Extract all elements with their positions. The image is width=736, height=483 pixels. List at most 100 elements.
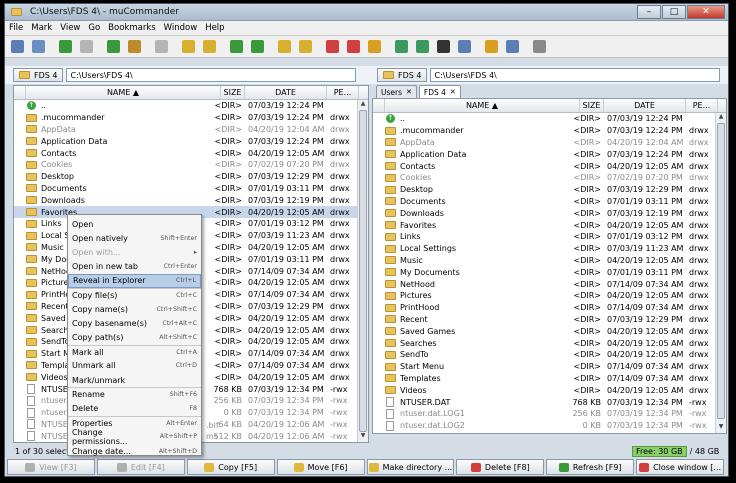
table-row[interactable]: Recent <DIR> 07/03/19 12:29 PM drwx: [373, 314, 726, 326]
preferences-icon[interactable]: [32, 40, 45, 53]
context-menu-item-change-date[interactable]: Change date... Alt+Shift+D: [68, 444, 201, 458]
menu-mark[interactable]: Mark: [31, 23, 52, 33]
table-row[interactable]: Documents <DIR> 07/01/19 03:11 PM drwx: [14, 183, 368, 195]
context-menu-item-rename[interactable]: Rename Shift+F6: [68, 387, 201, 401]
edit-bookmarks-icon[interactable]: [347, 40, 360, 53]
close-icon[interactable]: ✕: [450, 88, 456, 96]
context-menu-item-open-natively[interactable]: Open natively Shift+Enter: [68, 231, 201, 245]
table-row[interactable]: Cookies <DIR> 07/02/19 07:20 PM drwx: [14, 159, 368, 171]
left-scrollbar[interactable]: ▲ ▼: [357, 100, 368, 442]
column-permissions[interactable]: PE...: [686, 99, 718, 112]
right-file-panel[interactable]: NAME ▲ SIZE DATE PE... ↑.. <DIR> 07/03/19 …: [372, 98, 727, 434]
column-name[interactable]: NAME ▲: [26, 86, 221, 99]
table-row[interactable]: PrintHood <DIR> 07/14/09 07:34 AM drwx: [373, 302, 726, 314]
table-row[interactable]: Downloads <DIR> 07/03/19 12:19 PM drwx: [14, 194, 368, 206]
mark-icon[interactable]: [182, 40, 195, 53]
delete-button[interactable]: Delete [F8]: [456, 459, 545, 475]
close-icon[interactable]: ✕: [406, 88, 412, 96]
tab-fds-4[interactable]: FDS 4 ✕: [418, 85, 461, 98]
context-menu-item-mark-all[interactable]: Mark all Ctrl+A: [68, 344, 201, 359]
table-row[interactable]: Templates <DIR> 07/14/09 07:34 AM drwx: [373, 373, 726, 385]
right-scrollbar[interactable]: ▲ ▼: [715, 113, 726, 433]
column-name[interactable]: NAME ▲: [385, 99, 580, 112]
pack-icon[interactable]: [278, 40, 291, 53]
table-row[interactable]: Contacts <DIR> 04/20/19 12:05 AM drwx: [14, 147, 368, 159]
forward-icon[interactable]: [80, 40, 93, 53]
right-drive-button[interactable]: FDS 4: [377, 68, 428, 82]
table-row[interactable]: Contacts <DIR> 04/20/19 12:05 AM drwx: [373, 160, 726, 172]
column-permissions[interactable]: PE...: [327, 86, 359, 99]
context-menu-item-mark-unmark[interactable]: Mark/unmark: [68, 373, 201, 387]
table-row[interactable]: NetHood <DIR> 07/14/09 07:34 AM drwx: [373, 278, 726, 290]
new-window-icon[interactable]: [11, 40, 24, 53]
table-row[interactable]: .mucommander <DIR> 07/03/19 12:24 PM drwx: [14, 112, 368, 124]
scroll-thumb[interactable]: [359, 110, 367, 432]
menu-view[interactable]: View: [60, 23, 80, 33]
scroll-up-arrow[interactable]: ▲: [358, 100, 368, 110]
table-row[interactable]: ntuser.dat.LOG1 256 KB 07/03/19 12:34 PM -r…: [373, 408, 726, 420]
table-row[interactable]: AppData <DIR> 04/20/19 12:04 AM drwx: [373, 137, 726, 149]
connect-server-icon[interactable]: [395, 40, 408, 53]
table-row[interactable]: NTUSER.DAT 768 KB 07/03/19 12:34 PM -rwx: [373, 396, 726, 408]
move-button[interactable]: Move [F6]: [276, 459, 365, 475]
table-row[interactable]: Local Settings <DIR> 07/03/19 11:23 AM drwx: [373, 243, 726, 255]
table-row[interactable]: Application Data <DIR> 07/03/19 12:24 PM dr…: [373, 148, 726, 160]
table-row[interactable]: SendTo <DIR> 04/20/19 12:05 AM drwx: [373, 349, 726, 361]
key-icon[interactable]: [368, 40, 381, 53]
table-row[interactable]: Music <DIR> 04/20/19 12:05 AM drwx: [373, 255, 726, 267]
left-drive-button[interactable]: FDS 4: [13, 68, 64, 82]
edit-button[interactable]: Edit [F4]: [96, 459, 185, 475]
swap-folders-icon[interactable]: [230, 40, 243, 53]
bookmark-add-icon[interactable]: [326, 40, 339, 53]
maximize-button[interactable]: □: [662, 5, 686, 19]
table-row[interactable]: ntuser.dat.LOG2 0 KB 07/03/19 12:34 PM -rwx: [373, 420, 726, 432]
back-icon[interactable]: [59, 40, 72, 53]
column-date[interactable]: DATE: [245, 86, 327, 99]
context-menu-item-reveal-in-explorer[interactable]: Reveal in Explorer Ctrl+L: [68, 273, 201, 288]
column-size[interactable]: SIZE: [580, 99, 604, 112]
wand-icon[interactable]: [485, 40, 498, 53]
table-row[interactable]: AppData <DIR> 04/20/19 12:04 AM drwx: [14, 124, 368, 136]
run-command-icon[interactable]: [416, 40, 429, 53]
left-path-field[interactable]: C:\Users\FDS 4\: [66, 68, 357, 82]
table-row[interactable]: Videos <DIR> 04/20/19 12:05 AM drwx: [373, 384, 726, 396]
table-row[interactable]: My Documents <DIR> 07/01/19 03:11 PM drwx: [373, 266, 726, 278]
context-menu-item-copy-file-s[interactable]: Copy file(s) Ctrl+C: [68, 287, 201, 302]
table-row[interactable]: Searches <DIR> 04/20/19 12:05 AM drwx: [373, 337, 726, 349]
table-row[interactable]: Application Data <DIR> 07/03/19 12:24 PM dr…: [14, 135, 368, 147]
close-button[interactable]: ✕: [687, 5, 725, 19]
email-icon[interactable]: [458, 40, 471, 53]
gear-icon[interactable]: [533, 40, 546, 53]
make-directory-button[interactable]: Make directory ...: [366, 459, 455, 475]
table-row[interactable]: Start Menu <DIR> 07/14/09 07:34 AM drwx: [373, 361, 726, 373]
table-row[interactable]: Favorites <DIR> 04/20/19 12:05 AM drwx: [373, 219, 726, 231]
scroll-down-arrow[interactable]: ▼: [716, 423, 726, 433]
column-date[interactable]: DATE: [604, 99, 686, 112]
context-menu-item-open-with[interactable]: Open with... ▸: [68, 245, 201, 259]
scroll-up-arrow[interactable]: ▲: [716, 113, 726, 123]
table-row[interactable]: Desktop <DIR> 07/03/19 12:29 PM drwx: [14, 171, 368, 183]
menu-go[interactable]: Go: [88, 23, 100, 33]
context-menu-item-delete[interactable]: Delete F8: [68, 401, 201, 415]
menu-help[interactable]: Help: [205, 23, 224, 33]
copy-button[interactable]: Copy [F5]: [186, 459, 275, 475]
context-menu-item-unmark-all[interactable]: Unmark all Ctrl+D: [68, 359, 201, 373]
context-menu-item-open-in-new-tab[interactable]: Open in new tab Ctrl+Enter: [68, 260, 201, 274]
minimize-button[interactable]: –: [637, 5, 661, 19]
help-icon[interactable]: [506, 40, 519, 53]
view-button[interactable]: View [F3]: [7, 459, 95, 475]
context-menu-item-copy-path-s[interactable]: Copy path(s) Alt+Shift+C: [68, 331, 201, 345]
menu-bookmarks[interactable]: Bookmarks: [108, 23, 156, 33]
unmark-icon[interactable]: [203, 40, 216, 53]
table-row[interactable]: Downloads <DIR> 07/03/19 12:19 PM drwx: [373, 207, 726, 219]
scroll-down-arrow[interactable]: ▼: [358, 432, 368, 442]
close-window-button[interactable]: Close window [...: [636, 459, 724, 475]
menu-window[interactable]: Window: [164, 23, 198, 33]
table-row[interactable]: Links <DIR> 07/01/19 03:12 PM drwx: [373, 231, 726, 243]
set-same-folder-icon[interactable]: [251, 40, 264, 53]
terminal-icon[interactable]: [437, 40, 450, 53]
table-row[interactable]: ↑.. <DIR> 07/03/19 12:24 PM: [373, 113, 726, 125]
table-row[interactable]: Desktop <DIR> 07/03/19 12:29 PM drwx: [373, 184, 726, 196]
parent-folder-icon[interactable]: [107, 40, 120, 53]
unpack-icon[interactable]: [299, 40, 312, 53]
